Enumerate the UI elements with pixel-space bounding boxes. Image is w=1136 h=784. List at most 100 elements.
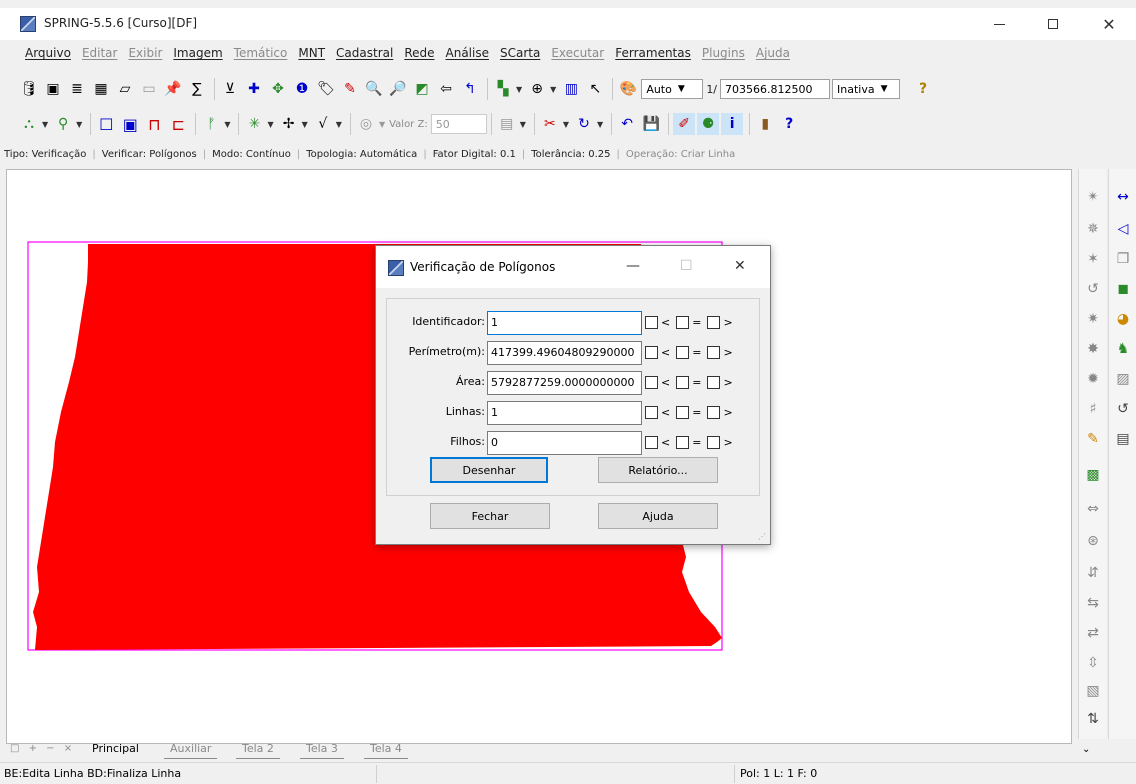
chevron-down-icon[interactable]: ▼	[597, 120, 603, 129]
rect-filled-icon[interactable]: ▣	[119, 113, 141, 135]
star-line-icon[interactable]: ✴	[1083, 187, 1103, 207]
help-circle-icon[interactable]: ?	[778, 113, 800, 135]
database-icon[interactable]: 🛢	[18, 78, 40, 100]
menu-item-2[interactable]: Exibir	[123, 44, 167, 66]
menu-item-1[interactable]: Editar	[77, 44, 123, 66]
rect-corner-icon[interactable]: ⊓	[143, 113, 165, 135]
map-brazil-icon[interactable]: ♞	[1113, 339, 1133, 359]
field-input-0[interactable]: 1	[487, 311, 642, 335]
chevron-down-icon[interactable]: ▼	[550, 85, 556, 94]
sigma-icon[interactable]: ∑	[186, 78, 208, 100]
chart-icon[interactable]: ▥	[560, 78, 582, 100]
copy-icon[interactable]: ❐	[1113, 249, 1133, 269]
draw-button[interactable]: Desenhar	[430, 457, 548, 483]
join-icon[interactable]: ⇄	[1083, 623, 1103, 643]
undo-view-icon[interactable]: ↰	[459, 78, 481, 100]
star-corner-icon[interactable]: ✶	[1083, 249, 1103, 269]
help-icon[interactable]: ?	[912, 78, 934, 100]
exit-icon[interactable]: ▮	[754, 113, 776, 135]
edit-line-icon[interactable]: ✐	[673, 113, 696, 135]
compare-checkbox[interactable]	[707, 376, 721, 389]
compare-checkbox[interactable]	[676, 376, 690, 389]
rotate-icon[interactable]: ↻	[573, 113, 595, 135]
table-icon[interactable]: ▤	[496, 113, 518, 135]
zoom-in-icon[interactable]: 🔍	[363, 78, 385, 100]
close-button[interactable]: ✕	[1086, 8, 1132, 40]
minimize-button[interactable]	[976, 8, 1022, 40]
refresh-star-icon[interactable]: ↺	[1083, 279, 1103, 299]
move-point-icon[interactable]: ✢	[278, 113, 300, 135]
tab-nav-controls[interactable]: □ + − ×	[10, 743, 75, 754]
target-move-icon[interactable]: ⊛	[1083, 531, 1103, 551]
chevron-down-icon[interactable]: ▼	[76, 120, 82, 129]
save-side-icon[interactable]: ▤	[1113, 429, 1133, 449]
scale-mode-select[interactable]: Auto ▼	[641, 79, 704, 99]
menu-item-4[interactable]: Temático	[229, 44, 293, 66]
polygon-info-icon[interactable]: ⚈	[697, 113, 720, 135]
menu-item-13[interactable]: Ajuda	[751, 44, 795, 66]
edit-star-icon[interactable]: ✎	[1083, 429, 1103, 449]
arrows-icon[interactable]: ⇵	[1083, 563, 1103, 583]
report-button[interactable]: Relatório...	[598, 457, 718, 483]
compare-checkbox[interactable]	[676, 346, 690, 359]
chevron-down-icon[interactable]: ▼	[336, 120, 342, 129]
tab-tela-4[interactable]: Tela 4	[364, 742, 408, 759]
resize-grip-icon[interactable]: ⋰	[758, 532, 766, 541]
menu-item-11[interactable]: Ferramentas	[610, 44, 696, 66]
node-icon[interactable]: ⚲	[52, 113, 74, 135]
help-button[interactable]: Ajuda	[598, 503, 718, 529]
color-icon[interactable]: ▚	[492, 78, 514, 100]
compare-checkbox[interactable]	[707, 346, 721, 359]
zoom-area-icon[interactable]: ◩	[411, 78, 433, 100]
field-input-1[interactable]: 417399.49604809290000	[487, 341, 642, 365]
tab-principal[interactable]: Principal	[86, 742, 145, 759]
close-dialog-button[interactable]: Fechar	[430, 503, 550, 529]
pin-icon[interactable]: 📌	[162, 78, 184, 100]
split-icon[interactable]: ⇆	[1083, 593, 1103, 613]
resize-horizontal-icon[interactable]: ⇔	[1083, 499, 1103, 519]
polygon-select-icon[interactable]: ⛬	[18, 113, 40, 135]
compare-checkbox[interactable]	[645, 436, 658, 449]
compare-checkbox[interactable]	[645, 406, 658, 419]
zoom-out-icon[interactable]: 🔎	[387, 78, 409, 100]
menu-item-8[interactable]: Análise	[441, 44, 494, 66]
eraser-icon[interactable]: ▱	[114, 78, 136, 100]
chevron-down-icon[interactable]: ▼	[42, 120, 48, 129]
compare-checkbox[interactable]	[707, 436, 721, 449]
panel-icon[interactable]: ▭	[138, 78, 160, 100]
chevron-down-icon[interactable]: ▼	[563, 120, 569, 129]
state-select[interactable]: Inativa ▼	[832, 79, 901, 99]
line-edit-icon[interactable]: √	[312, 113, 334, 135]
rect-outline-icon[interactable]: ☐	[95, 113, 117, 135]
polyline-icon[interactable]: ᚠ	[200, 113, 222, 135]
compare-checkbox[interactable]	[645, 316, 658, 329]
save-icon[interactable]: 💾	[640, 113, 662, 135]
chevron-down-icon[interactable]: ▼	[302, 120, 308, 129]
palette-icon[interactable]: 🎨	[617, 78, 639, 100]
grid-star-icon[interactable]: ▩	[1083, 465, 1103, 485]
compare-checkbox[interactable]	[707, 316, 721, 329]
chevron-down-icon[interactable]: ▼	[520, 120, 526, 129]
pointer-icon[interactable]: ↖	[584, 78, 606, 100]
tab-tela-3[interactable]: Tela 3	[300, 742, 344, 759]
swap-icon[interactable]: ⇅	[1083, 709, 1103, 729]
draw-icon[interactable]: ✎	[339, 78, 361, 100]
pattern-icon[interactable]: ▧	[1083, 681, 1103, 701]
info-icon[interactable]: ❶	[291, 78, 313, 100]
star-diagonal-icon[interactable]: ✸	[1083, 339, 1103, 359]
select-icon[interactable]: ⊻	[219, 78, 241, 100]
compare-checkbox[interactable]	[707, 406, 721, 419]
maximize-button[interactable]	[1030, 8, 1076, 40]
undo-icon[interactable]: ↶	[616, 113, 638, 135]
field-input-4[interactable]: 0	[487, 431, 642, 455]
tab-tela-2[interactable]: Tela 2	[236, 742, 280, 759]
chevron-down-icon[interactable]: ▼	[224, 120, 230, 129]
back-icon[interactable]: ⇦	[435, 78, 457, 100]
scale-value-input[interactable]: 703566.812500	[720, 79, 831, 99]
point-icon[interactable]: ✳	[243, 113, 265, 135]
menu-item-0[interactable]: Arquivo	[20, 44, 76, 66]
grid-icon[interactable]: ▦	[90, 78, 112, 100]
undo-side-icon[interactable]: ↺	[1113, 399, 1133, 419]
menu-item-6[interactable]: Cadastral	[331, 44, 398, 66]
tab-auxiliar[interactable]: Auxiliar	[164, 742, 218, 759]
